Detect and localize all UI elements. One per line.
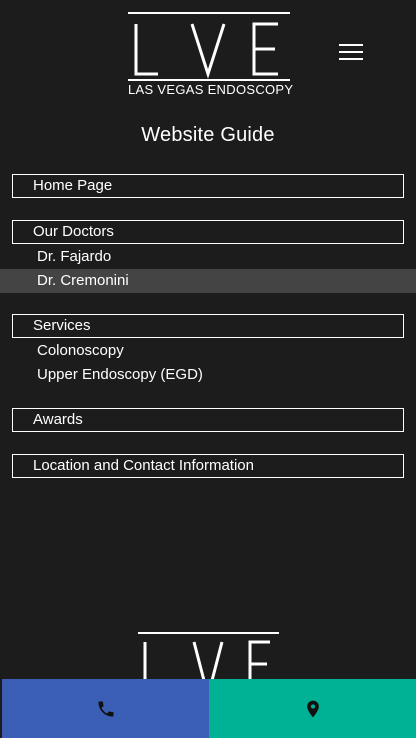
site-header: LAS VEGAS ENDOSCOPY: [0, 0, 416, 110]
logo-letters-graphic: [134, 22, 278, 79]
hamburger-menu-icon[interactable]: [337, 40, 365, 64]
guide-link-location-contact[interactable]: Location and Contact Information: [12, 454, 404, 478]
guide-sublink-dr-cremonini[interactable]: Dr. Cremonini: [0, 269, 416, 293]
logo-subtitle: LAS VEGAS ENDOSCOPY: [128, 82, 294, 97]
logo-bottom-rule: [128, 79, 290, 81]
guide-link-awards[interactable]: Awards: [12, 408, 404, 432]
guide-link-our-doctors[interactable]: Our Doctors: [12, 220, 404, 244]
guide-link-home[interactable]: Home Page: [12, 174, 404, 198]
phone-icon: [98, 701, 113, 716]
guide-sublink-dr-fajardo[interactable]: Dr. Fajardo: [0, 245, 416, 269]
call-button[interactable]: [2, 679, 209, 738]
guide-sublink-colonoscopy[interactable]: Colonoscopy: [0, 339, 416, 363]
guide-sublink-upper-endoscopy[interactable]: Upper Endoscopy (EGD): [0, 363, 416, 387]
map-pin-icon: [306, 700, 319, 717]
footer-logo: [138, 632, 280, 682]
guide-link-services[interactable]: Services: [12, 314, 404, 338]
bottom-action-bar: [0, 679, 416, 738]
page-title: Website Guide: [141, 124, 275, 146]
site-logo[interactable]: LAS VEGAS ENDOSCOPY: [128, 12, 294, 98]
footer-logo-letters-graphic: [143, 640, 270, 682]
footer-logo-top-rule: [138, 632, 279, 634]
map-button[interactable]: [209, 679, 416, 738]
logo-top-rule: [128, 12, 290, 14]
